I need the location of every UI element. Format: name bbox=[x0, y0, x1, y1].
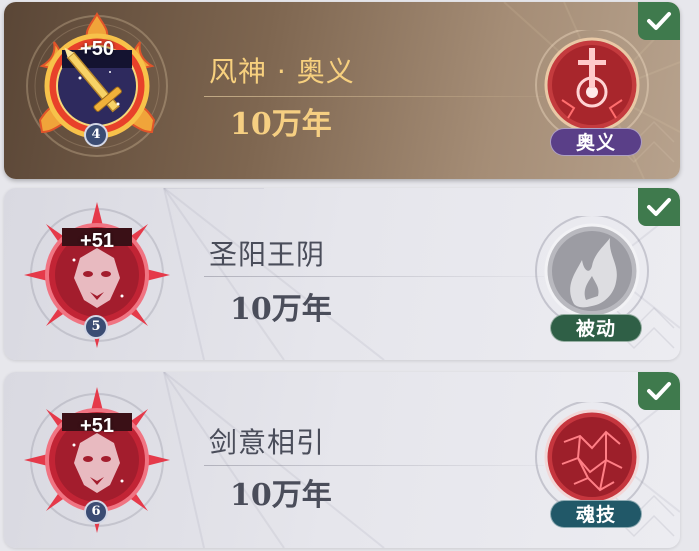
divider bbox=[204, 276, 544, 277]
red-cross-orb-icon[interactable]: 奥义 bbox=[534, 30, 650, 160]
red-crystal-orb-icon[interactable]: 魂技 bbox=[534, 402, 650, 532]
divider bbox=[204, 96, 544, 97]
divider bbox=[204, 465, 544, 466]
skill-type-badge: 奥义 bbox=[550, 128, 642, 156]
bonus-label: +51 bbox=[80, 415, 114, 437]
skill-age: 10万年 bbox=[230, 107, 332, 142]
bonus-label: +50 bbox=[80, 38, 114, 60]
skill-type-badge: 魂技 bbox=[550, 500, 642, 528]
grey-flame-orb-icon[interactable]: 被动 bbox=[534, 216, 650, 346]
skill-card-3[interactable]: +51 6 剑意相引 10万年 魂技 bbox=[4, 372, 680, 548]
skill-name: 风神 · 奥义 bbox=[209, 55, 355, 88]
checkmark-icon[interactable] bbox=[638, 2, 680, 40]
bonus-label: +51 bbox=[80, 230, 114, 252]
skill-list: +50 4 风神 · 奥义 10万年 奥义 +51 5 圣阳王阴 10万年 被动… bbox=[0, 0, 699, 551]
skill-type-badge: 被动 bbox=[550, 314, 642, 342]
level-badge: 4 bbox=[84, 123, 108, 147]
skill-card-1[interactable]: +50 4 风神 · 奥义 10万年 奥义 bbox=[4, 2, 680, 179]
red-beast-emblem-icon: +51 5 bbox=[22, 200, 172, 350]
skill-name: 圣阳王阴 bbox=[209, 238, 326, 271]
level-badge: 6 bbox=[84, 500, 108, 524]
red-beast-emblem-icon: +51 6 bbox=[22, 385, 172, 535]
checkmark-icon[interactable] bbox=[638, 372, 680, 410]
checkmark-icon[interactable] bbox=[638, 188, 680, 226]
level-badge: 5 bbox=[84, 315, 108, 339]
skill-card-2[interactable]: +51 5 圣阳王阴 10万年 被动 bbox=[4, 188, 680, 360]
skill-name: 剑意相引 bbox=[209, 426, 326, 459]
skill-age: 10万年 bbox=[230, 292, 332, 327]
golden-sword-emblem-icon: +50 4 bbox=[22, 8, 172, 158]
skill-age: 10万年 bbox=[230, 478, 332, 513]
